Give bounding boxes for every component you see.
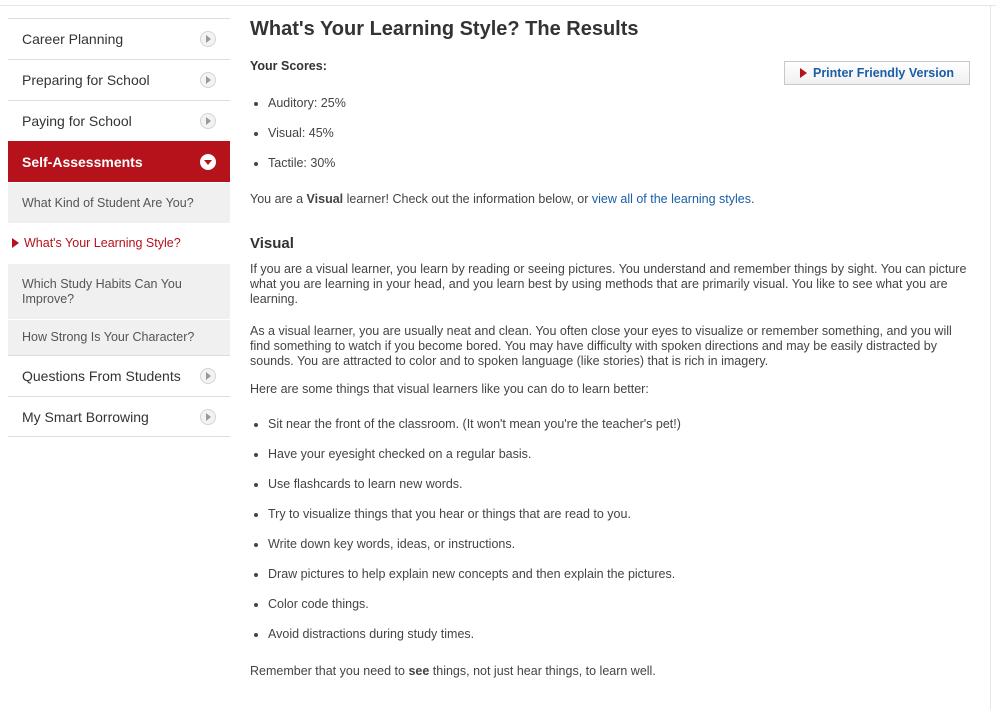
page-frame-top bbox=[0, 5, 996, 6]
tip-item: Use flashcards to learn new words. bbox=[268, 477, 681, 507]
sidebar-item-label: Career Planning bbox=[22, 31, 124, 47]
tip-item: Have your eyesight checked on a regular … bbox=[268, 447, 681, 477]
sidebar-subitem-study-habits[interactable]: Which Study Habits Can You Improve? bbox=[8, 263, 230, 319]
play-arrow-icon bbox=[799, 68, 807, 78]
arrow-right-icon bbox=[200, 31, 216, 47]
sidebar-subitem-what-kind-of-student[interactable]: What Kind of Student Are You? bbox=[8, 182, 230, 223]
current-page-icon bbox=[12, 238, 19, 248]
sidebar-item-paying-for-school[interactable]: Paying for School bbox=[8, 100, 230, 141]
main-content: What's Your Learning Style? The Results … bbox=[250, 14, 975, 678]
sidebar-item-label: Preparing for School bbox=[22, 72, 150, 88]
sidebar-item-questions-from-students[interactable]: Questions From Students bbox=[8, 355, 230, 396]
result-style: Visual bbox=[306, 192, 344, 206]
closing-prefix: Remember that you need to bbox=[250, 664, 409, 678]
result-prefix: You are a bbox=[250, 192, 307, 206]
tip-item: Color code things. bbox=[268, 597, 681, 627]
sidebar-subitem-character[interactable]: How Strong Is Your Character? bbox=[8, 319, 230, 355]
printer-friendly-button[interactable]: Printer Friendly Version bbox=[784, 61, 970, 85]
page-frame-right bbox=[990, 5, 991, 710]
score-item: Auditory: 25% bbox=[268, 96, 346, 126]
arrow-right-icon bbox=[200, 368, 216, 384]
paragraph: Here are some things that visual learner… bbox=[250, 382, 649, 396]
paragraph: As a visual learner, you are usually nea… bbox=[250, 324, 952, 368]
result-suffix: . bbox=[751, 192, 755, 206]
sidebar-item-my-smart-borrowing[interactable]: My Smart Borrowing bbox=[8, 396, 230, 437]
sidebar-item-label: Paying for School bbox=[22, 113, 132, 129]
chevron-down-icon bbox=[200, 154, 216, 170]
tip-item: Draw pictures to help explain new concep… bbox=[268, 567, 681, 597]
tips-list: Sit near the front of the classroom. (It… bbox=[250, 417, 681, 657]
sidebar-item-label: My Smart Borrowing bbox=[22, 408, 149, 425]
sidebar-item-preparing-for-school[interactable]: Preparing for School bbox=[8, 59, 230, 100]
sidebar-subitem-label: How Strong Is Your Character? bbox=[22, 330, 195, 344]
sidebar-item-self-assessments[interactable]: Self-Assessments bbox=[8, 141, 230, 182]
sidebar-subitem-label: Which Study Habits Can You Improve? bbox=[22, 276, 182, 306]
scores-list: Auditory: 25% Visual: 45% Tactile: 30% bbox=[250, 96, 346, 186]
page-title: What's Your Learning Style? The Results bbox=[250, 18, 639, 40]
tip-item: Write down key words, ideas, or instruct… bbox=[268, 537, 681, 567]
sidebar-subitem-label: What Kind of Student Are You? bbox=[22, 195, 194, 210]
score-item: Tactile: 30% bbox=[268, 156, 346, 186]
sidebar-nav: Career Planning Preparing for School Pay… bbox=[8, 18, 230, 437]
closing-suffix: things, not just hear things, to learn w… bbox=[429, 664, 656, 678]
result-middle: learner! Check out the information below… bbox=[343, 192, 592, 206]
sidebar-subitem-label: What's Your Learning Style? bbox=[24, 235, 181, 250]
paragraph: If you are a visual learner, you learn b… bbox=[250, 262, 967, 306]
printer-friendly-label: Printer Friendly Version bbox=[812, 65, 954, 80]
tip-item: Try to visualize things that you hear or… bbox=[268, 507, 681, 537]
sidebar-item-career-planning[interactable]: Career Planning bbox=[8, 18, 230, 59]
tip-item: Avoid distractions during study times. bbox=[268, 627, 681, 657]
tip-item: Sit near the front of the classroom. (It… bbox=[268, 417, 681, 447]
sidebar-subitem-learning-style[interactable]: What's Your Learning Style? bbox=[8, 223, 230, 263]
arrow-right-icon bbox=[200, 408, 216, 425]
sidebar-item-label: Self-Assessments bbox=[22, 154, 143, 170]
arrow-right-icon bbox=[200, 113, 216, 129]
closing-statement: Remember that you need to see things, no… bbox=[250, 664, 656, 679]
result-statement: You are a Visual learner! Check out the … bbox=[250, 192, 754, 207]
closing-emphasis: see bbox=[408, 664, 430, 678]
sidebar-item-label: Questions From Students bbox=[22, 368, 181, 384]
scores-label: Your Scores: bbox=[250, 59, 327, 73]
arrow-right-icon bbox=[200, 72, 216, 88]
score-item: Visual: 45% bbox=[268, 126, 346, 156]
section-title: Visual bbox=[250, 235, 294, 252]
view-all-styles-link[interactable]: view all of the learning styles bbox=[592, 192, 751, 206]
